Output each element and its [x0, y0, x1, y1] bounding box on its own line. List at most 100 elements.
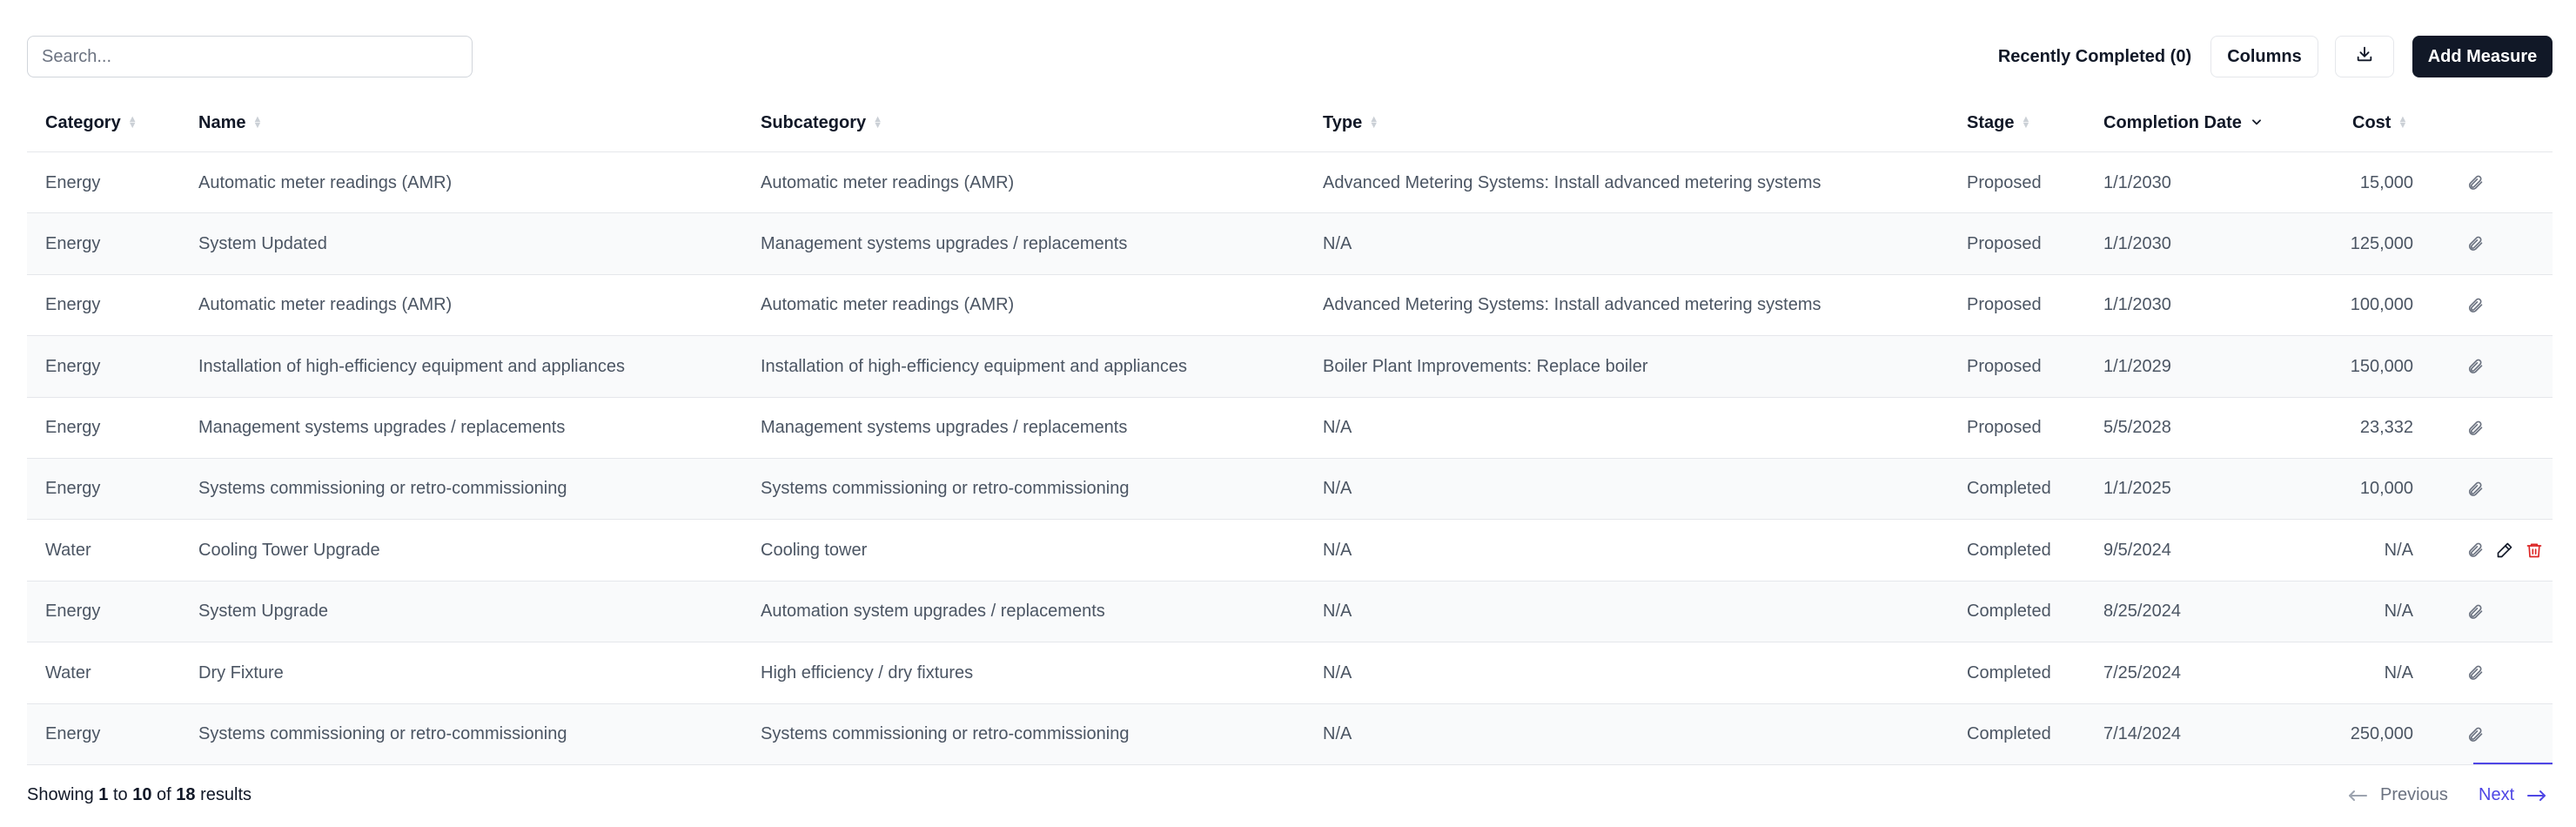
columns-button[interactable]: Columns: [2210, 36, 2318, 77]
attachment-icon[interactable]: [2466, 420, 2484, 437]
cell-completion-date: 1/1/2030: [2103, 172, 2171, 192]
cell-name: Systems commissioning or retro-commissio…: [198, 479, 567, 499]
measures-table: Category ▲ ▼ Name ▲ ▼ Subcategory ▲ ▼ Type …: [27, 93, 2553, 765]
next-page-button[interactable]: Next: [2479, 785, 2547, 805]
cell-subcategory: High efficiency / dry fixtures: [761, 662, 974, 682]
cell-category: Energy: [45, 295, 101, 315]
header-subcategory[interactable]: Subcategory ▲ ▼: [761, 93, 882, 152]
download-button[interactable]: [2335, 36, 2394, 77]
cell-stage: Completed: [1967, 479, 2051, 499]
header-name[interactable]: Name ▲ ▼: [198, 93, 262, 152]
table-header: Category ▲ ▼ Name ▲ ▼ Subcategory ▲ ▼ Type …: [27, 93, 2553, 152]
attachment-icon[interactable]: [2466, 358, 2484, 375]
header-completion-date[interactable]: Completion Date: [2103, 93, 2263, 152]
attachment-icon[interactable]: [2466, 603, 2484, 621]
cell-name: System Upgrade: [198, 602, 328, 622]
cell-stage: Proposed: [1967, 356, 2042, 376]
table-body: Energy Automatic meter readings (AMR) Auto…: [27, 152, 2553, 765]
cell-subcategory: Cooling tower: [761, 540, 868, 560]
cell-type: N/A: [1323, 479, 1352, 499]
cell-subcategory: Systems commissioning or retro-commissio…: [761, 479, 1130, 499]
table-row[interactable]: Water Dry Fixture High efficiency / dry fi…: [27, 642, 2553, 704]
arrow-right-icon: [2526, 790, 2547, 802]
cell-cost: 10,000: [2359, 479, 2413, 499]
cell-category: Energy: [45, 233, 101, 253]
add-measure-button[interactable]: Add Measure: [2412, 36, 2553, 77]
row-actions: [2466, 520, 2543, 581]
attachment-icon[interactable]: [2466, 664, 2484, 682]
cell-stage: Completed: [1967, 662, 2051, 682]
sort-icon: ▲ ▼: [873, 114, 883, 131]
cell-cost: 15,000: [2359, 172, 2413, 192]
cell-type: Advanced Metering Systems: Install advan…: [1323, 295, 1821, 315]
cell-category: Energy: [45, 602, 101, 622]
table-row[interactable]: Energy Automatic meter readings (AMR) Auto…: [27, 275, 2553, 337]
cell-completion-date: 7/25/2024: [2103, 662, 2181, 682]
cell-name: Dry Fixture: [198, 662, 284, 682]
table-row[interactable]: Water Cooling Tower Upgrade Cooling tower N…: [27, 520, 2553, 582]
header-type[interactable]: Type ▲ ▼: [1323, 93, 1379, 152]
attachment-icon[interactable]: [2466, 235, 2484, 252]
header-category[interactable]: Category ▲ ▼: [45, 93, 138, 152]
recently-completed-button[interactable]: Recently Completed (0): [1986, 36, 2204, 77]
cell-type: N/A: [1323, 418, 1352, 438]
row-actions: [2466, 398, 2484, 459]
cell-cost: N/A: [2384, 602, 2413, 622]
cell-subcategory: Automation system upgrades / replacement…: [761, 602, 1105, 622]
header-stage[interactable]: Stage ▲ ▼: [1967, 93, 2030, 152]
attachment-icon[interactable]: [2466, 481, 2484, 498]
table-row[interactable]: Energy Installation of high-efficiency eq…: [27, 336, 2553, 398]
cell-category: Energy: [45, 724, 101, 744]
attachment-icon[interactable]: [2466, 297, 2484, 314]
cell-type: Boiler Plant Improvements: Replace boile…: [1323, 356, 1648, 376]
cell-name: Automatic meter readings (AMR): [198, 172, 453, 192]
cell-category: Water: [45, 540, 91, 560]
row-actions: [2466, 213, 2484, 274]
table-row[interactable]: Energy System Updated Management systems u…: [27, 213, 2553, 275]
cell-cost: 250,000: [2350, 724, 2413, 744]
row-actions: [2466, 459, 2484, 520]
cell-cost: N/A: [2384, 540, 2413, 560]
cell-stage: Completed: [1967, 602, 2051, 622]
table-row[interactable]: Energy System Upgrade Automation system up…: [27, 581, 2553, 643]
cell-cost: 125,000: [2350, 233, 2413, 253]
attachment-icon[interactable]: [2466, 174, 2484, 192]
sort-icon: ▲ ▼: [2398, 114, 2408, 131]
delete-icon[interactable]: [2526, 541, 2543, 559]
cell-completion-date: 8/25/2024: [2103, 602, 2181, 622]
cell-completion-date: 1/1/2030: [2103, 295, 2171, 315]
cell-completion-date: 5/5/2028: [2103, 418, 2171, 438]
table-row[interactable]: Energy Systems commissioning or retro-com…: [27, 458, 2553, 521]
cell-name: Cooling Tower Upgrade: [198, 540, 380, 560]
cell-stage: Proposed: [1967, 233, 2042, 253]
cell-type: N/A: [1323, 662, 1352, 682]
cell-stage: Proposed: [1967, 418, 2042, 438]
cell-name: Management systems upgrades / replacemen…: [198, 418, 566, 438]
cell-stage: Proposed: [1967, 295, 2042, 315]
attachment-icon[interactable]: [2466, 726, 2484, 743]
cell-subcategory: Management systems upgrades / replacemen…: [761, 418, 1128, 438]
cell-name: Automatic meter readings (AMR): [198, 295, 453, 315]
header-cost[interactable]: Cost ▲ ▼: [2352, 93, 2407, 152]
download-icon: [2355, 44, 2374, 69]
cell-subcategory: Installation of high-efficiency equipmen…: [761, 356, 1187, 376]
cell-stage: Proposed: [1967, 172, 2042, 192]
previous-page-button[interactable]: Previous: [2347, 785, 2448, 805]
cell-category: Energy: [45, 356, 101, 376]
attachment-icon[interactable]: [2466, 541, 2484, 559]
cell-cost: 150,000: [2350, 356, 2413, 376]
row-actions: [2466, 275, 2484, 336]
cell-type: N/A: [1323, 602, 1352, 622]
table-row[interactable]: Energy Management systems upgrades / repl…: [27, 398, 2553, 459]
search-input[interactable]: [27, 36, 473, 77]
row-actions: [2466, 704, 2484, 765]
chevron-down-icon: [2251, 113, 2263, 133]
cell-subcategory: Automatic meter readings (AMR): [761, 295, 1015, 315]
table-row[interactable]: Energy Systems commissioning or retro-com…: [27, 703, 2553, 765]
cell-stage: Completed: [1967, 540, 2051, 560]
edit-icon[interactable]: [2496, 541, 2513, 559]
row-actions: [2466, 642, 2484, 703]
table-row[interactable]: Energy Automatic meter readings (AMR) Auto…: [27, 152, 2553, 214]
cell-completion-date: 7/14/2024: [2103, 724, 2181, 744]
cell-category: Water: [45, 662, 91, 682]
